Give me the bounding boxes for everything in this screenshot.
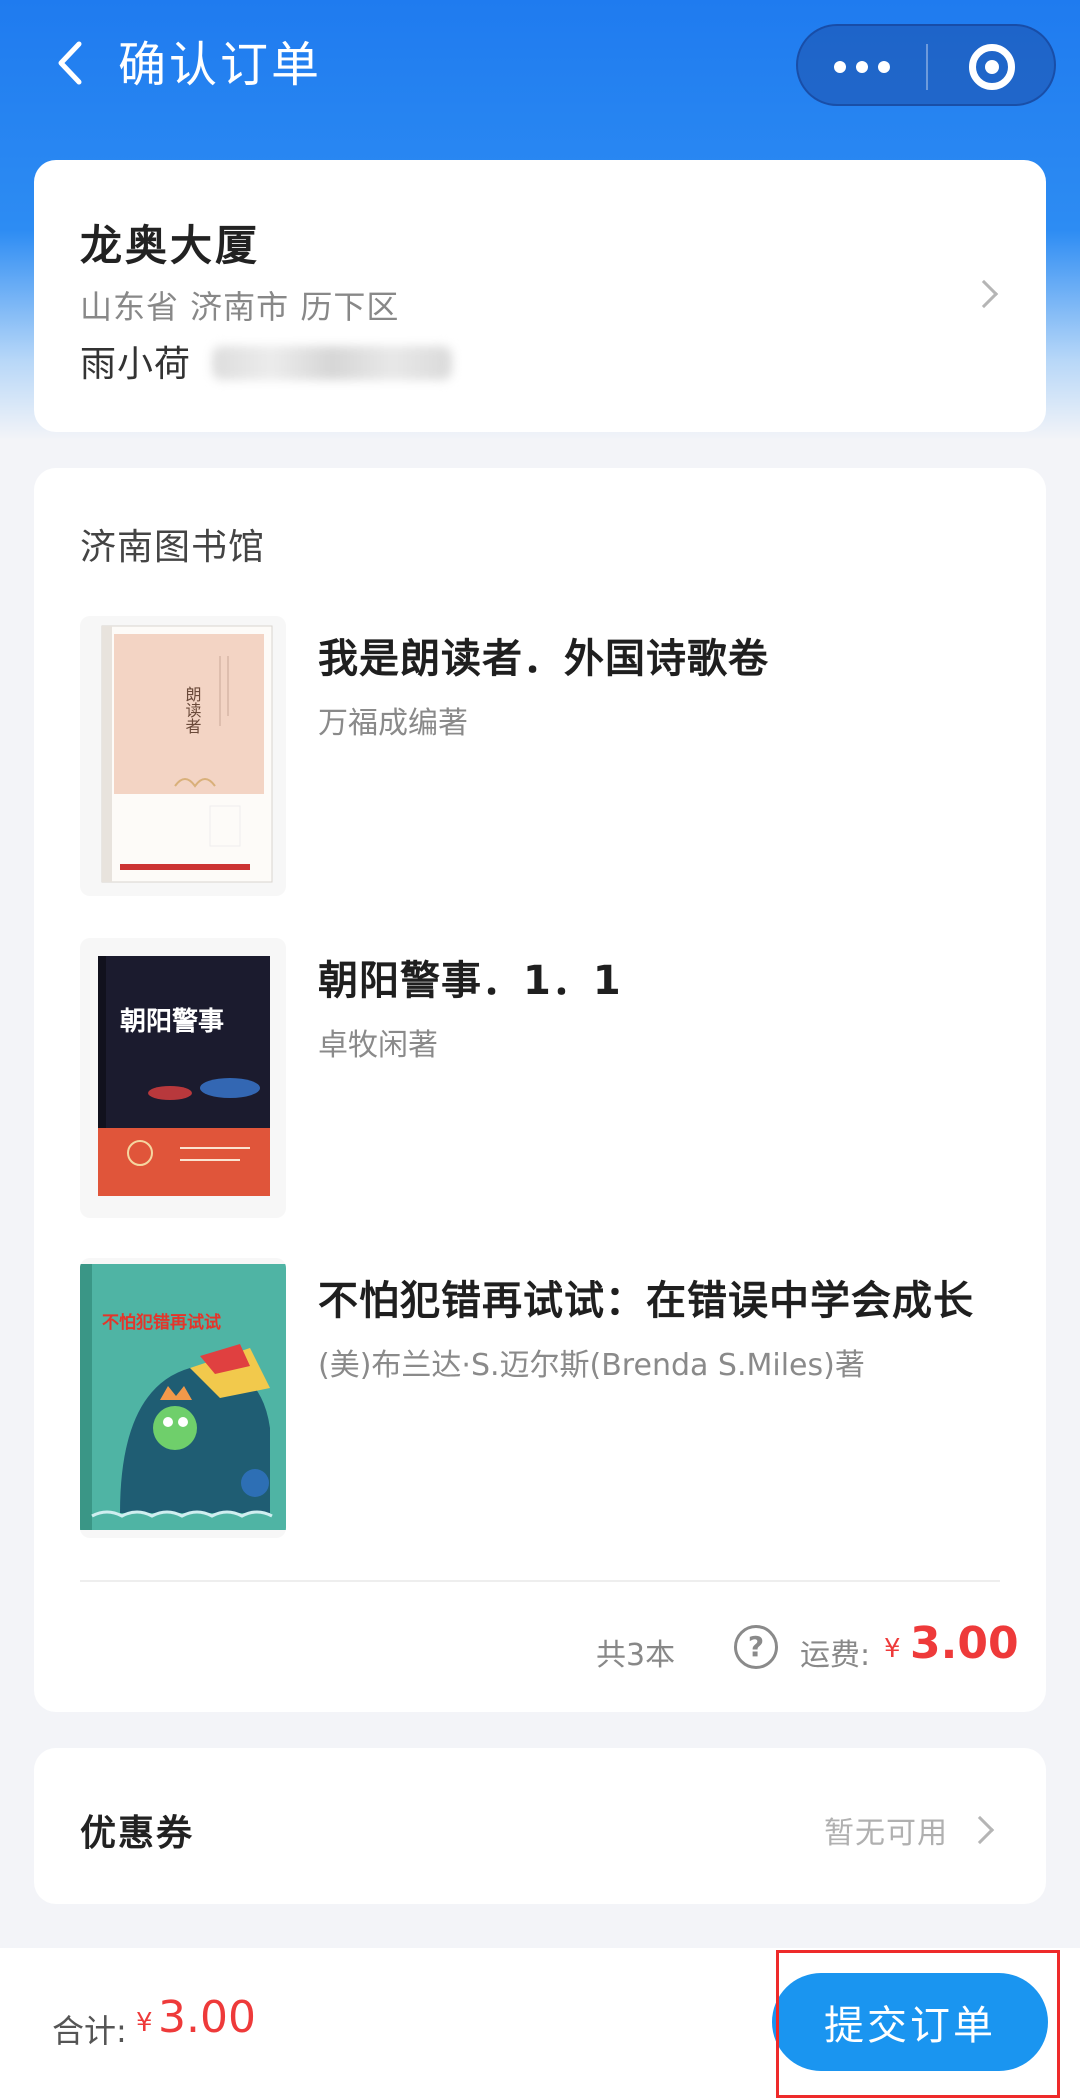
book-title: 朝阳警事．1．1 bbox=[318, 958, 622, 1004]
close-circle-icon bbox=[969, 44, 1015, 90]
close-button[interactable] bbox=[928, 26, 1056, 108]
chevron-right-icon bbox=[965, 1815, 995, 1845]
shipping-currency: ¥ bbox=[884, 1634, 901, 1664]
total-amount: 3.00 bbox=[158, 1992, 256, 2043]
checkout-footer: 合计: ¥ 3.00 提交订单 bbox=[0, 1948, 1080, 2100]
coupon-label: 优惠券 bbox=[80, 1813, 195, 1854]
book-item[interactable]: 朗读者 我是朗读者．外国诗歌卷 万福成编著 bbox=[80, 616, 1020, 896]
divider bbox=[80, 1580, 1000, 1582]
address-region: 山东省 济南市 历下区 bbox=[80, 288, 400, 326]
chevron-right-icon bbox=[969, 279, 999, 309]
book-cover-image: 朗读者 bbox=[80, 616, 286, 896]
book-cover-image: 不怕犯错再试试 bbox=[80, 1258, 286, 1538]
svg-text:朗读者: 朗读者 bbox=[183, 686, 202, 734]
submit-order-button[interactable]: 提交订单 bbox=[772, 1973, 1048, 2071]
page-title: 确认订单 bbox=[118, 37, 323, 93]
shipping-label: 运费: bbox=[800, 1638, 871, 1673]
shipping-amount: 3.00 bbox=[910, 1618, 1019, 1669]
address-name: 龙奥大厦 bbox=[80, 221, 261, 270]
svg-text:朝阳警事: 朝阳警事 bbox=[120, 1006, 224, 1037]
address-contact: 雨小荷 bbox=[80, 344, 192, 385]
mini-program-capsule bbox=[796, 24, 1056, 106]
coupon-status: 暂无可用 bbox=[824, 1816, 948, 1851]
coupon-row[interactable]: 优惠券 暂无可用 bbox=[34, 1748, 1046, 1904]
book-author: 万福成编著 bbox=[318, 706, 468, 741]
chevron-left-icon bbox=[58, 41, 82, 85]
book-item[interactable]: 朝阳警事 朝阳警事．1．1 卓牧闲著 bbox=[80, 938, 1020, 1218]
library-name: 济南图书馆 bbox=[80, 527, 266, 568]
back-button[interactable] bbox=[40, 28, 100, 98]
address-card[interactable]: 龙奥大厦 山东省 济南市 历下区 雨小荷 bbox=[34, 160, 1046, 432]
book-cover-image: 朝阳警事 bbox=[80, 938, 286, 1218]
book-author: 卓牧闲著 bbox=[318, 1028, 438, 1063]
book-title: 我是朗读者．外国诗歌卷 bbox=[318, 636, 769, 682]
book-author: (美)布兰达·S.迈尔斯(Brenda S.Miles)著 bbox=[318, 1348, 865, 1383]
book-title: 不怕犯错再试试：在错误中学会成长 bbox=[318, 1278, 974, 1324]
total-label: 合计: bbox=[52, 2012, 127, 2050]
question-help-icon[interactable]: ? bbox=[734, 1625, 778, 1669]
total-currency: ¥ bbox=[136, 2008, 153, 2038]
more-dots-icon bbox=[834, 61, 846, 73]
book-cover: 朝阳警事 bbox=[80, 938, 286, 1218]
blurred-phone bbox=[212, 346, 452, 380]
book-cover: 朗读者 bbox=[80, 616, 286, 896]
svg-text:不怕犯错再试试: 不怕犯错再试试 bbox=[102, 1312, 221, 1333]
book-list-card: 济南图书馆 朗读者 我是朗读者．外国诗歌卷 万福成编著 朝阳警事 朝阳警事．1．… bbox=[34, 468, 1046, 1712]
top-bar: 确认订单 bbox=[0, 0, 1080, 130]
book-count: 共3本 bbox=[596, 1638, 676, 1673]
more-button[interactable] bbox=[798, 26, 926, 108]
book-item[interactable]: 不怕犯错再试试 不怕犯错再试试：在错误中学会成长 (美)布兰达·S.迈尔斯(Br… bbox=[80, 1258, 1020, 1538]
book-cover: 不怕犯错再试试 bbox=[80, 1258, 286, 1538]
